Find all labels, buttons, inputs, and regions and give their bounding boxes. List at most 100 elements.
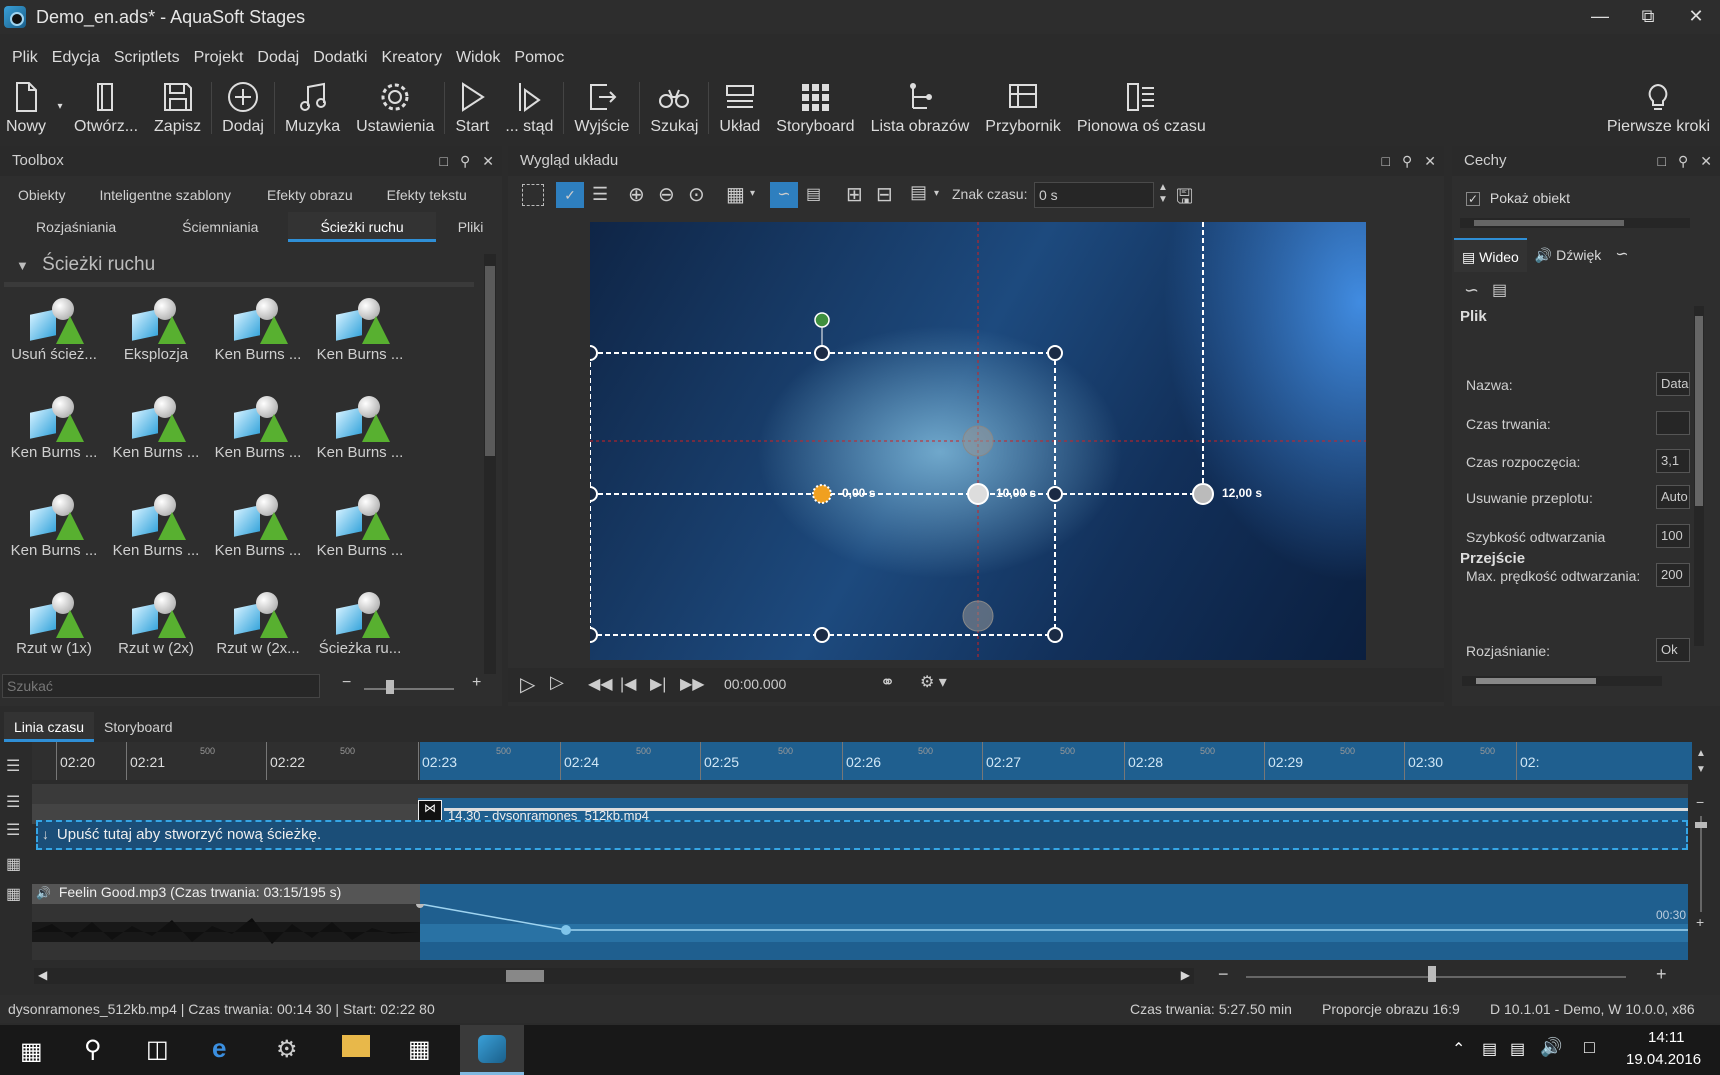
- tab-inteligentne-szablony[interactable]: Inteligentne szablony: [79, 180, 245, 210]
- maximize-icon[interactable]: □: [440, 146, 448, 176]
- camera-icon[interactable]: ▤: [1492, 280, 1507, 300]
- clock-time[interactable]: 14:11: [1648, 1029, 1684, 1046]
- battery-icon[interactable]: ▤: [1482, 1039, 1497, 1059]
- restore-button[interactable]: ⧉: [1624, 0, 1672, 34]
- motion-path-item[interactable]: Eksplozja: [106, 290, 206, 370]
- first-steps-button[interactable]: Pierwsze kroki: [1599, 76, 1720, 136]
- maximize-icon[interactable]: □: [1658, 146, 1666, 176]
- camera-icon[interactable]: ▤: [806, 184, 821, 204]
- menu-pomoc[interactable]: Pomoc: [514, 49, 564, 67]
- prop-value-rozjasnianie[interactable]: Ok: [1656, 638, 1690, 662]
- prop-value-czas-trwania[interactable]: [1656, 411, 1690, 435]
- track-tool-icon[interactable]: ☰: [6, 820, 20, 840]
- zoom-in-icon[interactable]: ⊕: [628, 182, 645, 207]
- aquasoft-taskbar-icon[interactable]: [460, 1025, 524, 1075]
- output-button[interactable]: Wyjście: [566, 76, 637, 136]
- motion-tool-icon[interactable]: ✓: [556, 182, 584, 208]
- pin-icon[interactable]: ⚲: [460, 146, 470, 176]
- select-tool-icon[interactable]: [522, 184, 544, 206]
- marker-icon[interactable]: ⚭: [880, 672, 895, 693]
- path-curve-icon[interactable]: ∽: [770, 182, 798, 208]
- pin-icon[interactable]: ⚲: [1402, 146, 1412, 176]
- prop-value-nazwa[interactable]: Data: [1656, 372, 1690, 396]
- props-hscroll-bottom[interactable]: [1462, 676, 1662, 686]
- tab-efekty-tekstu[interactable]: Efekty tekstu: [367, 180, 481, 210]
- tab-dzwiek[interactable]: 🔊 Dźwięk: [1527, 238, 1609, 272]
- motion-path-item[interactable]: Rzut w (2x): [106, 584, 206, 664]
- motion-path-item[interactable]: Ken Burns ...: [4, 486, 104, 566]
- motion-path-item[interactable]: Ken Burns ...: [208, 290, 308, 370]
- motion-path-item[interactable]: Ken Burns ...: [310, 388, 410, 468]
- next-icon[interactable]: ▶|: [650, 674, 666, 694]
- play-from-here-icon[interactable]: ▷: [550, 672, 564, 693]
- chevron-down-icon[interactable]: ▾: [934, 188, 939, 199]
- motion-path-item[interactable]: Ken Burns ...: [106, 486, 206, 566]
- timeline-zoom[interactable]: − +: [1216, 964, 1672, 986]
- zoom-handle[interactable]: [1428, 966, 1436, 982]
- tab-effects-icon[interactable]: ∽: [1609, 238, 1634, 272]
- volume-icon[interactable]: 🔊: [1540, 1037, 1562, 1058]
- toolbox-scrollbar[interactable]: [484, 254, 496, 674]
- save-keyframe-icon[interactable]: 🖫: [1176, 182, 1193, 216]
- motion-path-item[interactable]: Ken Burns ...: [4, 388, 104, 468]
- props-vscroll[interactable]: [1694, 306, 1704, 646]
- motion-path-item[interactable]: Rzut w (2x...: [208, 584, 308, 664]
- prop-value-szybkosc[interactable]: 100: [1656, 524, 1690, 548]
- maximize-icon[interactable]: □: [1382, 146, 1390, 176]
- clock-date[interactable]: 19.04.2016: [1626, 1051, 1701, 1068]
- menu-dodatki[interactable]: Dodatki: [313, 49, 367, 67]
- motion-path-item[interactable]: Ken Burns ...: [208, 486, 308, 566]
- scroll-up-icon[interactable]: ▲: [1696, 748, 1706, 759]
- section-header[interactable]: ▼ Ścieżki ruchu: [16, 254, 155, 276]
- plus-icon[interactable]: +: [1696, 914, 1704, 930]
- tab-wideo[interactable]: ▤ Wideo: [1454, 238, 1527, 272]
- group-tool-icon[interactable]: ▦: [6, 884, 21, 904]
- store-icon[interactable]: ▦: [408, 1035, 431, 1064]
- search-input[interactable]: Szukać: [2, 674, 320, 698]
- props-hscroll[interactable]: [1460, 218, 1690, 228]
- motion-path-item[interactable]: Ścieżka ru...: [310, 584, 410, 664]
- tab-rozjasniania[interactable]: Rozjaśniania: [0, 212, 130, 242]
- tab-sciemniania[interactable]: Ściemniania: [130, 212, 288, 242]
- steam-icon[interactable]: ⚙: [276, 1035, 298, 1064]
- scroll-thumb[interactable]: [485, 266, 495, 456]
- remove-point-icon[interactable]: ⊟: [876, 182, 893, 207]
- tab-efekty-obrazu[interactable]: Efekty obrazu: [245, 180, 367, 210]
- motion-path-item[interactable]: Ken Burns ...: [310, 290, 410, 370]
- open-button[interactable]: Otwórz...: [66, 76, 146, 136]
- task-view-icon[interactable]: ◫: [146, 1035, 169, 1064]
- new-button[interactable]: Nowy: [0, 76, 54, 136]
- motion-path-item[interactable]: Ken Burns ...: [310, 486, 410, 566]
- prop-value-czas-rozpoczecia[interactable]: 3,1: [1656, 449, 1690, 473]
- grid-icon[interactable]: ▦: [726, 182, 745, 207]
- path-curve-icon[interactable]: ∽: [1464, 280, 1479, 301]
- rewind-icon[interactable]: ◀◀: [588, 674, 613, 694]
- add-point-icon[interactable]: ⊞: [846, 182, 863, 207]
- tab-storyboard[interactable]: Storyboard: [94, 712, 182, 742]
- toolbox-button[interactable]: Przybornik: [977, 76, 1069, 136]
- new-dropdown[interactable]: ▾: [54, 76, 66, 136]
- time-input[interactable]: 0 s: [1034, 182, 1154, 208]
- scroll-down-icon[interactable]: ▼: [1696, 764, 1706, 775]
- ruler-tool-icon[interactable]: ☰: [6, 756, 20, 776]
- vertical-timeline-button[interactable]: Pionowa oś czasu: [1069, 76, 1214, 136]
- align-icon[interactable]: ▤: [910, 182, 927, 203]
- tab-linia-czasu[interactable]: Linia czasu: [4, 712, 95, 742]
- menu-plik[interactable]: Plik: [12, 49, 38, 67]
- motion-path-item[interactable]: Usuń ścież...: [4, 290, 104, 370]
- layout-button[interactable]: Układ: [711, 76, 768, 136]
- vzoom-handle[interactable]: [1695, 822, 1707, 828]
- menu-widok[interactable]: Widok: [456, 49, 500, 67]
- menu-dodaj[interactable]: Dodaj: [257, 49, 299, 67]
- save-button[interactable]: Zapisz: [146, 76, 209, 136]
- time-ruler[interactable]: 02:20 02:21 02:22 02:23 02:24 02:25 02:26 02:27…: [32, 742, 1692, 780]
- settings-button[interactable]: Ustawienia: [348, 76, 442, 136]
- preview-canvas[interactable]: 0,00 s 10,00 s 12,00 s: [590, 222, 1366, 660]
- minimize-button[interactable]: —: [1576, 0, 1624, 34]
- transition-icon[interactable]: ⋈: [418, 800, 442, 822]
- menu-scriptlets[interactable]: Scriptlets: [114, 49, 180, 67]
- windows-start-icon[interactable]: ▦: [20, 1037, 43, 1066]
- motion-path-item[interactable]: Ken Burns ...: [208, 388, 308, 468]
- menu-kreatory[interactable]: Kreatory: [381, 49, 441, 67]
- motion-path-item[interactable]: Rzut w (1x): [4, 584, 104, 664]
